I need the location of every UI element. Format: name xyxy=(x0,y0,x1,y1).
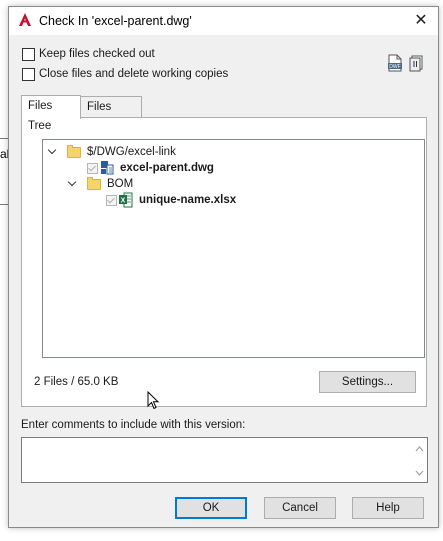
keep-checked-out-option[interactable]: Keep files checked out xyxy=(22,46,155,62)
close-files-option[interactable]: Close files and delete working copies xyxy=(22,66,228,82)
scroll-up-icon[interactable] xyxy=(415,446,424,452)
folder-icon xyxy=(67,144,81,158)
settings-button[interactable]: Settings... xyxy=(319,371,416,393)
chevron-down-icon[interactable] xyxy=(47,146,59,158)
files-tree-panel: $/DWG/excel-link excel-parent.dwg BOM X … xyxy=(21,117,427,407)
tree-item-checkbox[interactable] xyxy=(87,162,98,174)
tree-item-excel-parent[interactable]: excel-parent.dwg xyxy=(87,160,214,176)
comments-label: Enter comments to include with this vers… xyxy=(21,419,246,431)
title-bar[interactable]: Check In 'excel-parent.dwg' ✕ xyxy=(9,7,438,35)
mouse-pointer-icon xyxy=(147,391,160,410)
tree-item-root-folder[interactable]: $/DWG/excel-link xyxy=(47,144,176,160)
scroll-down-icon[interactable] xyxy=(415,470,424,476)
folder-icon xyxy=(87,176,101,190)
svg-text:X: X xyxy=(121,198,126,205)
autocad-logo-icon xyxy=(19,13,31,26)
file-tree[interactable]: $/DWG/excel-link excel-parent.dwg BOM X … xyxy=(42,139,425,358)
excel-file-icon: X xyxy=(119,192,133,208)
tree-item-checkbox[interactable] xyxy=(106,194,117,206)
tree-item-label: BOM xyxy=(107,178,134,190)
dwg-file-icon xyxy=(101,161,114,175)
keep-checked-out-label: Keep files checked out xyxy=(39,48,155,60)
tree-item-bom-folder[interactable]: BOM xyxy=(67,176,133,192)
svg-text:DWF: DWF xyxy=(389,64,400,70)
files-summary: 2 Files / 65.0 KB xyxy=(34,376,119,388)
comments-field[interactable] xyxy=(21,437,428,483)
attach-icon[interactable] xyxy=(408,54,424,72)
ok-button[interactable]: OK xyxy=(175,497,247,519)
help-button[interactable]: Help xyxy=(352,497,424,519)
cancel-button[interactable]: Cancel xyxy=(264,497,336,519)
tab-files-table[interactable]: Files Table xyxy=(80,96,142,133)
check-in-dialog: Check In 'excel-parent.dwg' ✕ Keep files… xyxy=(8,6,439,528)
tree-item-unique-name[interactable]: X unique-name.xlsx xyxy=(106,192,236,208)
tab-files-tree[interactable]: Files Tree xyxy=(21,95,81,132)
close-button[interactable]: ✕ xyxy=(408,9,434,33)
tree-item-label: $/DWG/excel-link xyxy=(87,146,176,158)
tree-item-label: unique-name.xlsx xyxy=(139,194,237,206)
tree-item-label: excel-parent.dwg xyxy=(120,162,214,174)
keep-checked-out-checkbox[interactable] xyxy=(22,47,35,61)
dwf-icon[interactable]: DWF xyxy=(387,54,403,72)
dialog-title: Check In 'excel-parent.dwg' xyxy=(39,14,192,28)
chevron-down-icon[interactable] xyxy=(67,178,79,190)
close-files-checkbox[interactable] xyxy=(22,67,35,81)
close-files-label: Close files and delete working copies xyxy=(39,68,229,80)
